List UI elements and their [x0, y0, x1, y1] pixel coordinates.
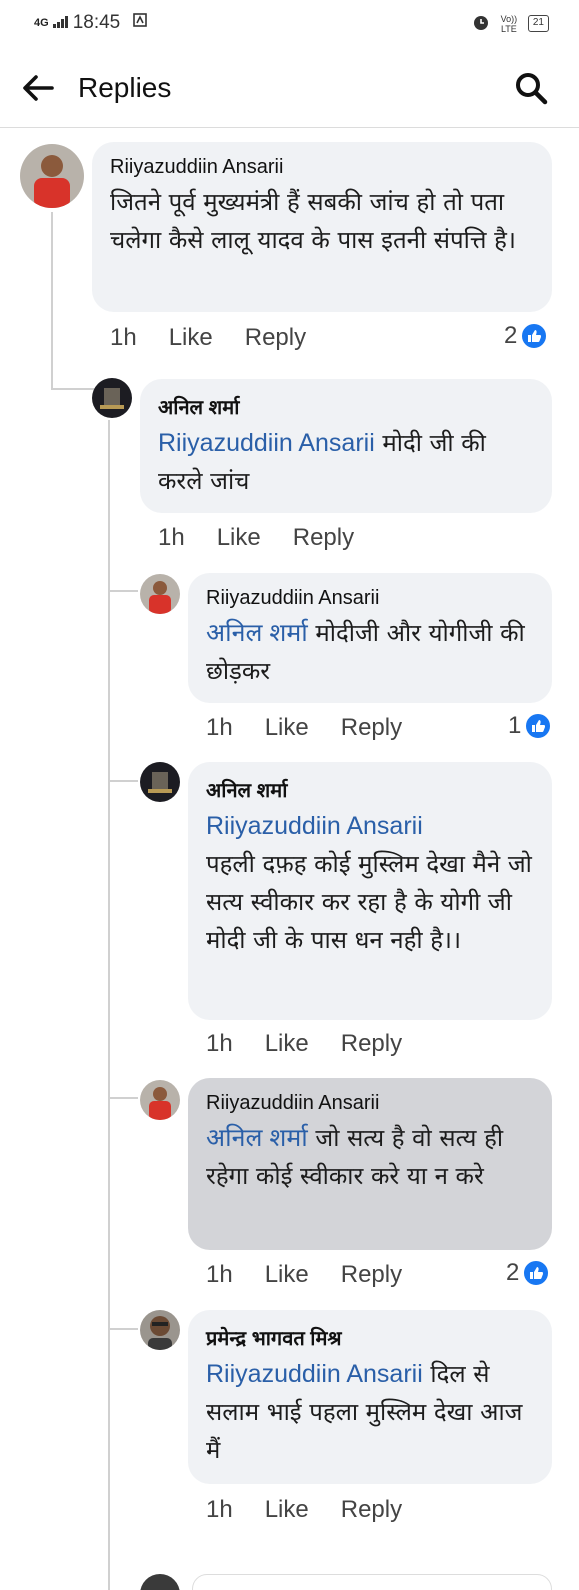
- thread-connector: [108, 590, 138, 592]
- reply-button[interactable]: Reply: [293, 524, 354, 552]
- avatar[interactable]: [140, 1080, 180, 1120]
- reply-button[interactable]: Reply: [341, 1496, 402, 1524]
- comment-bubble[interactable]: Riiyazuddiin Ansarii अनिल शर्मा मोदीजी औ…: [188, 573, 552, 703]
- comment-text: अनिल शर्मा जो सत्य है वो सत्य ही रहेगा क…: [206, 1119, 534, 1195]
- like-button[interactable]: Like: [169, 324, 213, 352]
- comment-actions: 1h Like Reply: [158, 524, 386, 552]
- thread-line: [108, 420, 110, 1590]
- comment-author[interactable]: Riiyazuddiin Ansarii: [110, 156, 534, 179]
- comment-time: 1h: [158, 524, 185, 551]
- page-title: Replies: [78, 72, 172, 103]
- mention-link[interactable]: Riiyazuddiin Ansarii: [206, 1360, 423, 1388]
- comment-time: 1h: [206, 1030, 233, 1057]
- clock-time: 18:45: [72, 12, 121, 33]
- network-indicator: 4G: [34, 16, 49, 29]
- back-arrow-icon[interactable]: [18, 68, 58, 108]
- comment-bubble[interactable]: प्रमेन्द्र भागवत मिश्र Riiyazuddiin Ansa…: [188, 1310, 552, 1484]
- comment-time: 1h: [206, 1496, 233, 1523]
- reply-input[interactable]: [192, 1574, 552, 1590]
- avatar[interactable]: [140, 762, 180, 802]
- reply-button[interactable]: Reply: [245, 324, 306, 352]
- reaction-summary[interactable]: 1: [508, 712, 553, 740]
- avatar[interactable]: [140, 1574, 180, 1590]
- thumbs-up-icon: [520, 322, 549, 350]
- like-button[interactable]: Like: [265, 1261, 309, 1289]
- reply-button[interactable]: Reply: [341, 1261, 402, 1289]
- mention-link[interactable]: अनिल शर्मा: [206, 1124, 308, 1152]
- comment-time: 1h: [110, 324, 137, 351]
- comment-actions: 1h Like Reply: [206, 1496, 434, 1524]
- comment-text: अनिल शर्मा मोदीजी और योगीजी की छोड़कर: [206, 614, 534, 690]
- reaction-count: 1: [508, 712, 522, 739]
- comment-author[interactable]: अनिल शर्मा: [158, 393, 534, 420]
- comment-text: जितने पूर्व मुख्यमंत्री हैं सबकी जांच हो…: [110, 183, 534, 259]
- thread-connector: [108, 780, 138, 782]
- comment-bubble[interactable]: Riiyazuddiin Ansarii जितने पूर्व मुख्यमं…: [92, 142, 552, 312]
- reaction-count: 2: [506, 1259, 520, 1286]
- like-button[interactable]: Like: [265, 1496, 309, 1524]
- like-button[interactable]: Like: [217, 524, 261, 552]
- battery-level: 21: [532, 17, 544, 28]
- thread-connector: [108, 1328, 138, 1330]
- like-button[interactable]: Like: [265, 1030, 309, 1058]
- comment-author[interactable]: अनिल शर्मा: [206, 776, 534, 803]
- thread-line: [51, 212, 53, 390]
- comment-actions: 1h Like Reply: [206, 1261, 434, 1289]
- comment-text: Riiyazuddiin Ansarii मोदी जी की करले जां…: [158, 424, 534, 500]
- thread-connector: [51, 388, 95, 390]
- comment-bubble[interactable]: अनिल शर्मा Riiyazuddiin Ansarii पहली दफ़ह…: [188, 762, 552, 1020]
- app-bar: Replies: [0, 48, 579, 128]
- mention-link[interactable]: Riiyazuddiin Ansarii: [158, 429, 375, 457]
- comment-text: Riiyazuddiin Ansarii दिल से सलाम भाई पहल…: [206, 1355, 534, 1469]
- status-bar: 4G 18:45 Vo)) LTE 21: [0, 0, 579, 48]
- thread-connector: [108, 1097, 138, 1099]
- search-icon[interactable]: [511, 68, 551, 108]
- comment-author[interactable]: Riiyazuddiin Ansarii: [206, 587, 534, 610]
- comment-bubble[interactable]: अनिल शर्मा Riiyazuddiin Ansarii मोदी जी …: [140, 379, 552, 513]
- comment-body: जितने पूर्व मुख्यमंत्री हैं सबकी जांच हो…: [110, 188, 516, 254]
- comment-actions: 1h Like Reply: [110, 324, 338, 352]
- avatar[interactable]: [92, 378, 132, 418]
- battery-icon: 21: [527, 15, 549, 32]
- reply-button[interactable]: Reply: [341, 714, 402, 742]
- like-button[interactable]: Like: [265, 714, 309, 742]
- avatar[interactable]: [140, 574, 180, 614]
- notification-icon: [132, 12, 148, 34]
- comment-body: पहली दफ़ह कोई मुस्लिम देखा मैने जो सत्य …: [206, 850, 532, 954]
- avatar[interactable]: [140, 1310, 180, 1350]
- comment-time: 1h: [206, 714, 233, 741]
- signal-icon: [52, 12, 69, 34]
- reaction-summary[interactable]: 2: [504, 322, 549, 350]
- comment-author[interactable]: Riiyazuddiin Ansarii: [206, 1092, 534, 1115]
- comment-actions: 1h Like Reply: [206, 714, 434, 742]
- comment-author[interactable]: प्रमेन्द्र भागवत मिश्र: [206, 1324, 534, 1351]
- comment-bubble[interactable]: Riiyazuddiin Ansarii अनिल शर्मा जो सत्य …: [188, 1078, 552, 1250]
- comment-actions: 1h Like Reply: [206, 1030, 434, 1058]
- alarm-icon: [472, 13, 490, 34]
- comment-text: Riiyazuddiin Ansarii पहली दफ़ह कोई मुस्लि…: [206, 807, 534, 959]
- mention-link[interactable]: Riiyazuddiin Ansarii: [206, 807, 534, 845]
- thumbs-up-icon: [524, 712, 553, 740]
- reaction-count: 2: [504, 322, 518, 349]
- mention-link[interactable]: अनिल शर्मा: [206, 619, 308, 647]
- volte-indicator: Vo)) LTE: [500, 13, 518, 34]
- reaction-summary[interactable]: 2: [506, 1259, 551, 1287]
- avatar[interactable]: [20, 144, 84, 208]
- thumbs-up-icon: [522, 1259, 551, 1287]
- comment-time: 1h: [206, 1261, 233, 1288]
- reply-button[interactable]: Reply: [341, 1030, 402, 1058]
